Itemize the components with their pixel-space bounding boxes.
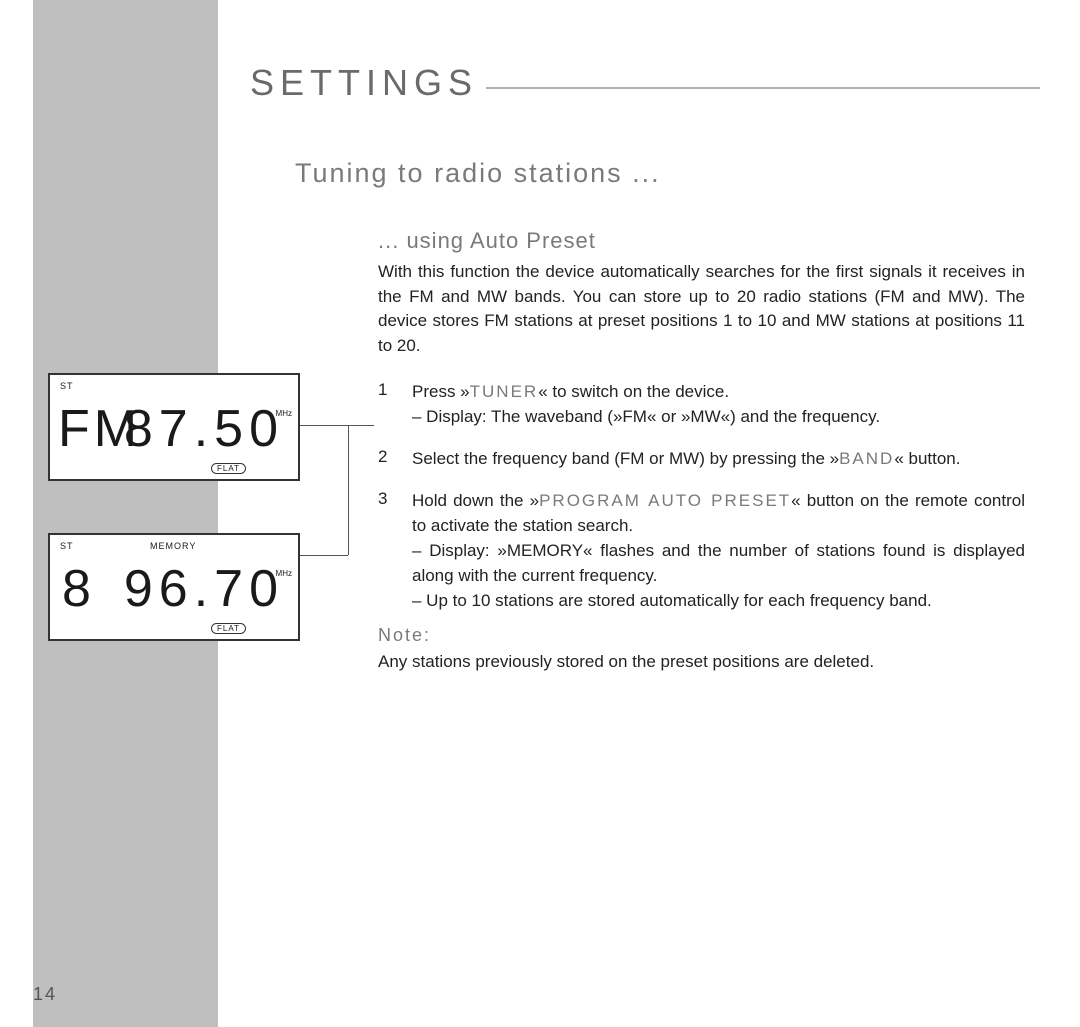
lcd1-unit: MHz — [276, 409, 292, 418]
lcd2-frequency: 96.70 — [50, 559, 284, 619]
step-1-display: – Display: The waveband (»FM« or »MW«) a… — [412, 405, 1025, 430]
left-grey-band — [33, 0, 218, 1027]
lcd1-st-icon: ST — [60, 381, 74, 391]
section-title: Tuning to radio stations ... — [295, 158, 661, 189]
tuner-button-label: TUNER — [470, 382, 539, 401]
note-label: Note: — [378, 625, 431, 646]
step-3-display-1: – Display: »MEMORY« flashes and the numb… — [412, 539, 1025, 588]
lcd2-st-icon: ST — [60, 541, 74, 551]
lcd2-flat-badge: FLAT — [211, 623, 246, 634]
connector-join — [348, 425, 374, 426]
band-button-label: BAND — [839, 449, 894, 468]
lcd-display-1: ST FM 87.50 MHz FLAT — [48, 373, 300, 481]
lcd1-frequency: 87.50 — [50, 399, 284, 459]
lcd1-flat-badge: FLAT — [211, 463, 246, 474]
program-auto-preset-label: PROGRAM AUTO PRESET — [539, 491, 791, 510]
step-2-post: « button. — [894, 449, 960, 468]
subsection-title: ... using Auto Preset — [378, 228, 596, 254]
connector-vertical — [348, 425, 349, 555]
step-2-number: 2 — [378, 447, 398, 467]
connector-line-2 — [300, 555, 348, 556]
step-2-pre: Select the frequency band (FM or MW) by … — [412, 449, 839, 468]
step-1-number: 1 — [378, 380, 398, 400]
step-3-pre: Hold down the » — [412, 491, 539, 510]
page-title: SETTINGS — [250, 62, 478, 104]
page-number: 14 — [33, 984, 57, 1005]
step-1-post: « to switch on the device. — [538, 382, 729, 401]
step-1-text: Press »TUNER« to switch on the device. — [412, 380, 1025, 405]
step-3-number: 3 — [378, 489, 398, 509]
step-1-pre: Press » — [412, 382, 470, 401]
step-3-display-2: – Up to 10 stations are stored automatic… — [412, 589, 1025, 614]
intro-paragraph: With this function the device automatica… — [378, 260, 1025, 359]
lcd2-unit: MHz — [276, 569, 292, 578]
lcd-display-2: ST MEMORY 8 96.70 MHz FLAT — [48, 533, 300, 641]
heading-bar: SETTINGS — [250, 62, 1040, 104]
step-3-text: Hold down the »PROGRAM AUTO PRESET« butt… — [412, 489, 1025, 538]
step-2-text: Select the frequency band (FM or MW) by … — [412, 447, 1025, 472]
note-text: Any stations previously stored on the pr… — [378, 650, 1025, 675]
heading-rule — [486, 87, 1040, 89]
lcd2-memory-icon: MEMORY — [150, 541, 196, 551]
